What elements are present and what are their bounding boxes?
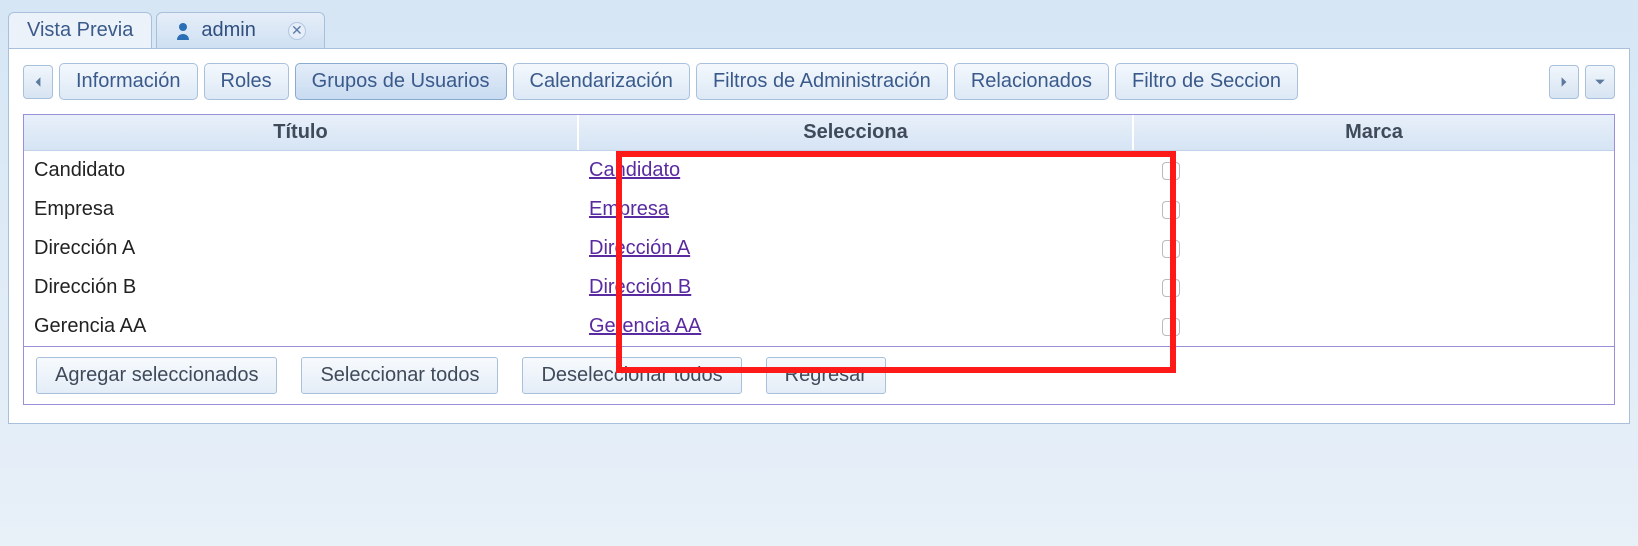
- add-selected-button[interactable]: Agregar seleccionados: [36, 357, 277, 394]
- chevron-right-icon: [1558, 76, 1570, 88]
- cell-select: Gerencia AA: [579, 313, 1134, 340]
- tab-admin[interactable]: admin ✕: [156, 12, 324, 48]
- select-link[interactable]: Empresa: [589, 198, 669, 220]
- table-row: Gerencia AA Gerencia AA: [24, 307, 1614, 346]
- select-link[interactable]: Candidato: [589, 159, 680, 181]
- cell-title: Dirección B: [24, 274, 579, 301]
- column-header-select: Selecciona: [579, 115, 1134, 150]
- cell-title: Gerencia AA: [24, 313, 579, 340]
- inner-tab[interactable]: Calendarización: [513, 63, 690, 100]
- chevron-left-icon: [32, 76, 44, 88]
- mark-checkbox[interactable]: [1162, 279, 1180, 297]
- table-header-row: Título Selecciona Marca: [24, 115, 1614, 151]
- table-body: Candidato Candidato Empresa Empresa Direcció…: [24, 151, 1614, 346]
- table-row: Empresa Empresa: [24, 190, 1614, 229]
- cell-mark: [1134, 238, 1614, 260]
- table: Título Selecciona Marca CandidatoCandida…: [23, 114, 1615, 347]
- inner-tabs: InformaciónRolesGrupos de UsuariosCalend…: [59, 63, 1543, 100]
- cell-select: Dirección B: [579, 274, 1134, 301]
- tab-label: Vista Previa: [27, 19, 133, 42]
- cell-mark: [1134, 160, 1614, 182]
- tab-scroll-right-button[interactable]: [1549, 65, 1579, 99]
- cell-select: Empresa: [579, 196, 1134, 223]
- select-link[interactable]: Gerencia AA: [589, 315, 701, 337]
- mark-checkbox[interactable]: [1162, 318, 1180, 336]
- mark-checkbox[interactable]: [1162, 162, 1180, 180]
- table-row: Candidato Candidato: [24, 151, 1614, 190]
- mark-checkbox[interactable]: [1162, 240, 1180, 258]
- cell-title: Dirección A: [24, 235, 579, 262]
- column-header-mark: Marca: [1134, 115, 1614, 150]
- back-button[interactable]: Regresar: [766, 357, 886, 394]
- action-bar: Agregar seleccionados Seleccionar todos …: [23, 347, 1615, 405]
- tab-vista-previa[interactable]: Vista Previa: [8, 12, 152, 48]
- inner-tab-row: InformaciónRolesGrupos de UsuariosCalend…: [23, 63, 1615, 100]
- cell-select: Candidato: [579, 157, 1134, 184]
- cell-title: Candidato: [24, 157, 579, 184]
- column-header-title: Título: [24, 115, 579, 150]
- mark-checkbox[interactable]: [1162, 201, 1180, 219]
- select-link[interactable]: Dirección B: [589, 276, 691, 298]
- tab-scroll-left-button[interactable]: [23, 65, 53, 99]
- cell-title: Empresa: [24, 196, 579, 223]
- select-link[interactable]: Dirección A: [589, 237, 690, 259]
- inner-tab[interactable]: Filtro de Seccion: [1115, 63, 1298, 100]
- inner-tab[interactable]: Roles: [204, 63, 289, 100]
- outer-tab-bar: Vista Previa admin ✕: [0, 0, 1638, 48]
- chevron-down-icon: [1594, 76, 1606, 88]
- tab-menu-button[interactable]: [1585, 65, 1615, 99]
- tab-label: admin: [201, 19, 255, 42]
- inner-tab[interactable]: Relacionados: [954, 63, 1109, 100]
- deselect-all-button[interactable]: Deseleccionar todos: [522, 357, 741, 394]
- cell-mark: [1134, 316, 1614, 338]
- inner-tab[interactable]: Filtros de Administración: [696, 63, 948, 100]
- table-row: Dirección B Dirección B: [24, 268, 1614, 307]
- inner-tab[interactable]: Información: [59, 63, 198, 100]
- cell-mark: [1134, 199, 1614, 221]
- inner-tab[interactable]: Grupos de Usuarios: [295, 63, 507, 100]
- content-panel: InformaciónRolesGrupos de UsuariosCalend…: [8, 48, 1630, 424]
- table-row: Dirección A Dirección A: [24, 229, 1614, 268]
- cell-mark: [1134, 277, 1614, 299]
- cell-select: Dirección A: [579, 235, 1134, 262]
- close-icon[interactable]: ✕: [288, 22, 306, 40]
- person-icon: [175, 22, 191, 40]
- select-all-button[interactable]: Seleccionar todos: [301, 357, 498, 394]
